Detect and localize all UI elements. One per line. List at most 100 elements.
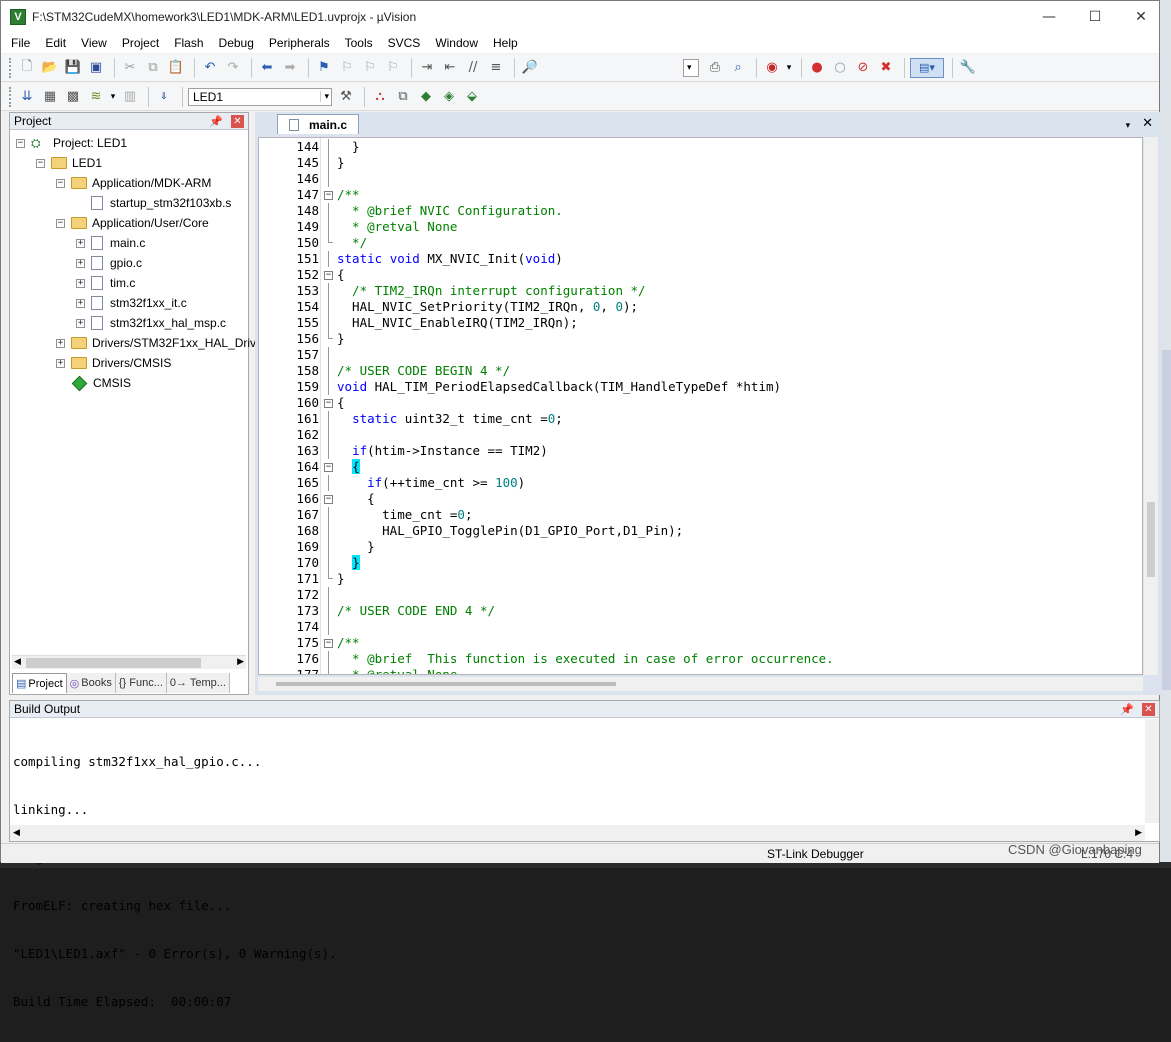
code-editor[interactable]: 144 } 145} 146 147−/** 148 * @brief NVIC Con… [258,137,1143,675]
collapse-icon[interactable]: − [56,218,65,228]
uncomment-icon[interactable]: ≡ [486,58,506,78]
project-hscrollbar[interactable]: ◀ ▶ [12,655,246,669]
code-line[interactable]: 163 if(htim->Instance == TIM2) [259,443,1142,459]
tab-main-c[interactable]: main.c [277,114,359,134]
tab-books[interactable]: ◎ Books [66,673,116,693]
tree-group-drivers-hal[interactable]: + Drivers/STM32F1xx_HAL_Driv [56,333,256,353]
code-line[interactable]: 165 if(++time_cnt >= 100) [259,475,1142,491]
code-line[interactable]: 156} [259,331,1142,347]
code-line[interactable]: 150 */ [259,235,1142,251]
find-combo-dropdown[interactable]: ▾ [683,58,699,77]
tree-group-drivers-cmsis[interactable]: + Drivers/CMSIS [56,353,171,373]
pin-icon[interactable]: 📌 [1120,703,1134,716]
manage-runtime-icon[interactable]: ◆ [416,87,436,107]
translate-icon[interactable]: ⇊ [17,87,37,107]
menu-debug[interactable]: Debug [219,36,254,50]
tree-group-core[interactable]: − Application/User/Core [56,213,209,233]
paste-icon[interactable]: 📋 [166,58,186,78]
code-line[interactable]: 147−/** [259,187,1142,203]
new-file-icon[interactable]: 🗋 [17,58,37,78]
save-icon[interactable]: 💾 [63,58,83,78]
menu-edit[interactable]: Edit [45,36,66,50]
code-line[interactable]: 176 * @brief This function is executed i… [259,651,1142,667]
code-line[interactable]: 159 void HAL_TIM_PeriodElapsedCallback(TI… [259,379,1142,395]
code-line[interactable]: 171} [259,571,1142,587]
debug-session-icon[interactable]: ◉ [762,58,782,78]
editor-vscrollbar[interactable] [1144,137,1158,675]
minimize-button[interactable]: — [1026,1,1072,33]
manage-project-items-icon[interactable]: ⛬ [370,87,390,107]
collapse-icon[interactable]: − [16,138,25,148]
save-all-icon[interactable]: ▣ [86,58,106,78]
bookmark-prev-icon[interactable]: ⚐ [337,58,357,78]
code-line[interactable]: 162 [259,427,1142,443]
tab-project[interactable]: ▤ Project [12,673,67,693]
expand-icon[interactable]: + [56,338,65,348]
fold-collapse-icon[interactable]: − [324,491,333,507]
expand-icon[interactable]: + [76,318,85,328]
comment-icon[interactable]: // [463,58,483,78]
menu-window[interactable]: Window [435,36,478,50]
code-line[interactable]: 154 HAL_NVIC_SetPriority(TIM2_IRQn, 0, 0… [259,299,1142,315]
breakpoint-kill-all-icon[interactable]: ✖ [876,58,896,78]
cut-icon[interactable]: ✂ [120,58,140,78]
copy-icon[interactable]: ⧉ [143,58,163,78]
tree-file-it[interactable]: + stm32f1xx_it.c [76,293,187,313]
menu-project[interactable]: Project [122,36,159,50]
build-hscrollbar[interactable]: ◀ ▶ [10,825,1145,841]
debug-dropdown-icon[interactable]: ▾ [785,58,793,78]
open-folder-icon[interactable]: 📂 [40,58,60,78]
tab-templates[interactable]: 0→ Temp... [166,673,230,693]
code-line[interactable]: 157 [259,347,1142,363]
tree-target[interactable]: − LED1 [36,153,102,173]
code-line[interactable]: 152−{ [259,267,1142,283]
code-line[interactable]: 170 } [259,555,1142,571]
tree-file-main[interactable]: + main.c [76,233,145,253]
tab-functions[interactable]: {} Func... [115,673,167,693]
pin-icon[interactable]: 📌 [209,115,223,128]
target-select[interactable]: LED1 ▾ [188,87,332,106]
fold-collapse-icon[interactable]: − [324,459,333,475]
editor-hscrollbar[interactable] [258,677,1143,691]
tree-file-startup[interactable]: startup_stm32f103xb.s [91,193,231,213]
select-packs-icon[interactable]: ⧉ [393,87,413,107]
code-line[interactable]: 144 } [259,139,1142,155]
batch-build-icon[interactable]: ≋ [86,87,106,107]
tree-file-msp[interactable]: + stm32f1xx_hal_msp.c [76,313,226,333]
expand-icon[interactable]: + [56,358,65,368]
menu-svcs[interactable]: SVCS [388,36,421,50]
menu-tools[interactable]: Tools [345,36,373,50]
target-options-icon[interactable]: ⚒ [336,87,356,107]
tree-file-gpio[interactable]: + gpio.c [76,253,142,273]
code-line[interactable]: 149 * @retval None [259,219,1142,235]
code-line[interactable]: 168 HAL_GPIO_TogglePin(D1_GPIO_Port,D1_P… [259,523,1142,539]
code-line[interactable]: 161 static uint32_t time_cnt =0; [259,411,1142,427]
code-line[interactable]: 173 /* USER CODE END 4 */ [259,603,1142,619]
bookmark-next-icon[interactable]: ⚐ [360,58,380,78]
menu-flash[interactable]: Flash [174,36,203,50]
maximize-button[interactable]: ☐ [1072,1,1118,33]
configure-icon[interactable]: 🔧 [958,58,978,78]
toolbar-grip[interactable] [9,57,13,78]
fold-collapse-icon[interactable]: − [324,267,333,283]
build-icon[interactable]: ▦ [40,87,60,107]
code-line[interactable]: 158 /* USER CODE BEGIN 4 */ [259,363,1142,379]
fold-collapse-icon[interactable]: − [324,635,333,651]
menu-file[interactable]: File [11,36,30,50]
tree-group-mdk[interactable]: − Application/MDK-ARM [56,173,211,193]
fold-collapse-icon[interactable]: − [324,395,333,411]
build-vscrollbar[interactable] [1145,719,1159,823]
nav-forward-icon[interactable]: ➡ [280,58,300,78]
batch-dropdown-icon[interactable]: ▾ [109,87,117,107]
pack-installer-icon[interactable]: ◈ [439,87,459,107]
expand-icon[interactable]: + [76,238,85,248]
close-icon[interactable]: ✕ [1142,702,1155,716]
indent-icon[interactable]: ⇥ [417,58,437,78]
code-line[interactable]: 164− { [259,459,1142,475]
find-in-files-icon[interactable]: 🔎 [520,58,540,78]
menu-help[interactable]: Help [493,36,518,50]
code-line[interactable]: 145} [259,155,1142,171]
code-line[interactable]: 160−{ [259,395,1142,411]
collapse-icon[interactable]: − [56,178,65,188]
nav-back-icon[interactable]: ⬅ [257,58,277,78]
